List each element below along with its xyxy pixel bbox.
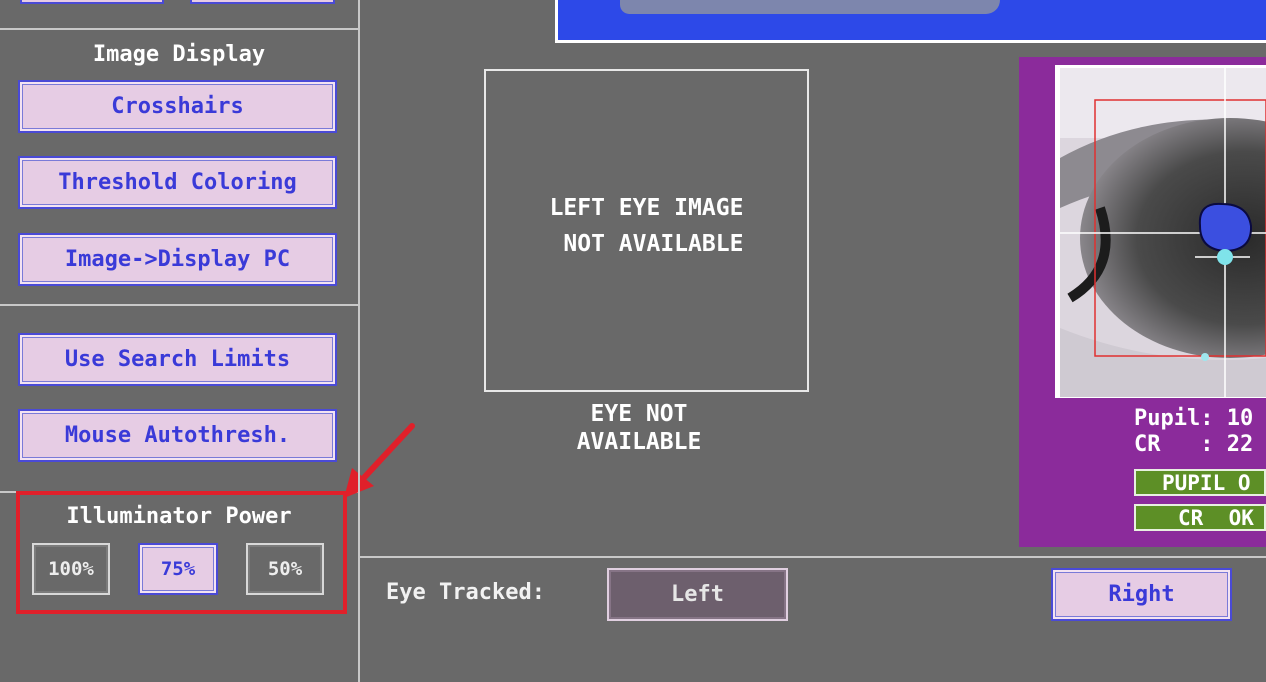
bottom-divider [360,556,1266,558]
cr-status-badge: CR OK [1134,504,1266,531]
right-eye-image [1060,68,1266,397]
left-eye-unavailable-text: LEFT EYE IMAGE NOT AVAILABLE [549,194,744,257]
sidebar-divider [358,0,360,682]
use-search-limits-button[interactable]: Use Search Limits [18,333,337,386]
crosshairs-button[interactable]: Crosshairs [18,80,337,133]
pointer-arrow-icon [344,423,415,498]
threshold-coloring-button[interactable]: Threshold Coloring [18,156,337,209]
left-eye-status-text: EYE NOT AVAILABLE [576,401,702,455]
highlight-box [16,491,347,614]
image-display-title: Image Display [92,42,266,67]
pupil-status-badge: PUPIL O [1134,469,1266,496]
mouse-autothresh-button[interactable]: Mouse Autothresh. [18,409,337,462]
top-partial-button-2[interactable] [190,0,335,4]
eye-tracked-right-button[interactable]: Right [1051,568,1232,621]
eye-render [1060,68,1266,397]
top-partial-button-1[interactable] [20,0,164,4]
cr-readout: CR : 22 [1134,432,1254,457]
eye-tracked-label: Eye Tracked: [386,580,545,605]
divider [0,304,358,306]
scene-image-detail [620,0,1000,14]
pupil-readout: Pupil: 10 [1134,406,1254,431]
divider [0,28,358,30]
left-eye-image-panel: LEFT EYE IMAGE NOT AVAILABLE [484,69,809,392]
image-display-pc-button[interactable]: Image->Display PC [18,233,337,286]
eye-tracked-left-button[interactable]: Left [607,568,788,621]
